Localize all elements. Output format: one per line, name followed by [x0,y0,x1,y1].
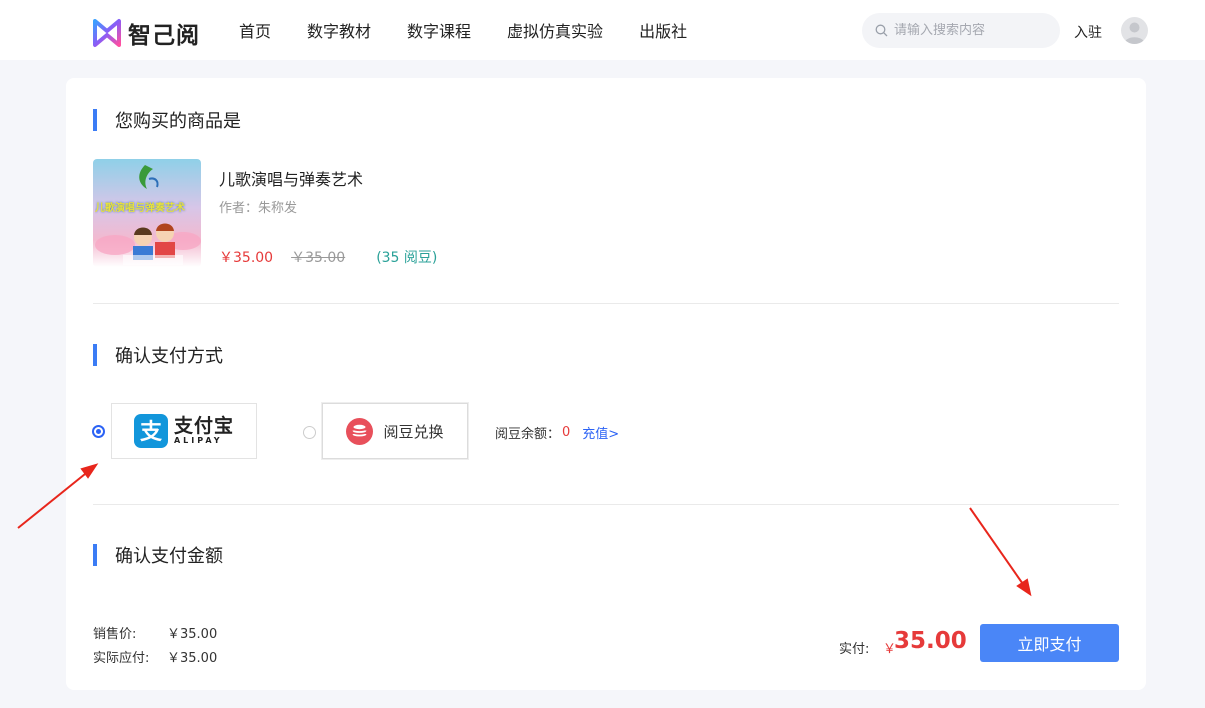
nav-home[interactable]: 首页 [239,18,271,42]
alipay-english-name: ALIPAY [173,436,223,445]
avatar-icon [1124,22,1145,44]
join-link[interactable]: 入驻 [1074,22,1102,42]
nav-publishers[interactable]: 出版社 [639,18,687,42]
logo-text: 智己阅 [128,23,200,49]
nav-virtual-labs[interactable]: 虚拟仿真实验 [507,18,603,42]
real-pay-label: 实付: [839,642,870,657]
alipay-option[interactable]: 支 支付宝 ALIPAY [111,403,257,459]
svg-text:支: 支 [140,420,163,445]
title-accent-bar [93,344,97,366]
alipay-icon: 支 [133,414,168,448]
pay-now-button[interactable]: 立即支付 [980,624,1119,662]
top-navbar: 智己阅 首页 数字教材 数字课程 虚拟仿真实验 出版社 入驻 [0,0,1205,60]
balance-value: 0 [562,425,571,440]
actual-payable-label: 实际应付: [93,651,150,666]
product-section-title: 您购买的商品是 [93,107,241,133]
main-nav: 首页 数字教材 数字课程 虚拟仿真实验 出版社 [239,0,723,60]
logo-icon [93,19,121,47]
beans-radio[interactable] [303,426,316,439]
amount-section-heading: 确认支付金额 [115,546,223,567]
alipay-name: 支付宝 [173,415,234,437]
beans-exchange-option[interactable]: 阅豆兑换 [322,403,468,459]
beans-exchange-label: 阅豆兑换 [383,422,444,441]
actual-payable-row: 实际应付: ￥35.00 [93,647,217,666]
sale-price-label: 销售价: [93,627,137,642]
product-section-heading: 您购买的商品是 [115,111,241,132]
recharge-link[interactable]: 充值> [582,423,619,442]
balance-label: 阅豆余额： [495,427,561,442]
amount-section-title: 确认支付金额 [93,542,223,568]
product-author: 作者：朱称发 [219,201,298,216]
search-icon [875,24,888,37]
price-row: ￥35.00 ￥35.00 (35 阅豆) [219,247,437,267]
order-card: 您购买的商品是 儿歌演唱与弹奏艺术 儿歌演唱与弹奏艺术 作者：朱称发 ￥35.0… [66,78,1146,690]
real-pay-amount: 35.00 [894,628,967,654]
bean-balance: 阅豆余额： 0 充值> [495,423,619,442]
product-cover-image: 儿歌演唱与弹奏艺术 [93,159,201,267]
payment-section-heading: 确认支付方式 [115,346,223,367]
search-box[interactable] [862,13,1060,48]
bean-price: (35 阅豆) [376,250,438,266]
cover-title-text: 儿歌演唱与弹奏艺术 [95,203,185,214]
section-divider [93,504,1119,505]
alipay-radio[interactable] [92,425,105,438]
section-divider [93,303,1119,304]
product-title[interactable]: 儿歌演唱与弹奏艺术 [219,166,363,190]
title-accent-bar [93,544,97,566]
user-avatar[interactable] [1121,17,1148,44]
nav-digital-textbooks[interactable]: 数字教材 [307,18,371,42]
search-input[interactable] [894,23,1044,38]
title-accent-bar [93,109,97,131]
sale-price-row: 销售价: ￥35.00 [93,623,217,642]
current-price: ￥35.00 [219,250,274,266]
alipay-wordmark: 支付宝 ALIPAY [174,416,234,446]
nav-digital-courses[interactable]: 数字课程 [407,18,471,42]
payment-section-title: 确认支付方式 [93,342,223,368]
actual-payable-value: ￥35.00 [167,651,218,666]
sale-price-value: ￥35.00 [167,627,218,642]
coin-stack-icon [346,417,374,445]
site-logo[interactable]: 智己阅 [92,16,200,50]
original-price: ￥35.00 [291,250,346,266]
